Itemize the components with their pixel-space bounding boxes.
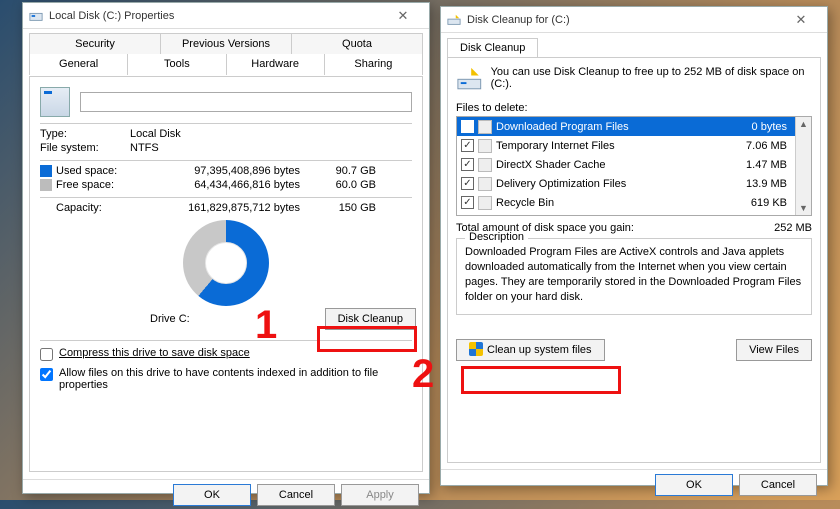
used-swatch [40, 165, 52, 177]
intro-text: You can use Disk Cleanup to free up to 2… [491, 66, 812, 94]
tab-tools[interactable]: Tools [127, 54, 225, 75]
folder-icon [478, 120, 492, 134]
ok-button[interactable]: OK [173, 484, 251, 506]
index-label: Allow files on this drive to have conten… [59, 367, 412, 391]
file-list[interactable]: Downloaded Program Files0 bytes ✓ Temporar… [456, 116, 812, 216]
drive-label: Drive C: [150, 313, 190, 325]
drive-icon [29, 9, 43, 23]
file-icon [478, 177, 492, 191]
checkbox[interactable]: ✓ [461, 139, 474, 152]
tab-previous-versions[interactable]: Previous Versions [160, 33, 291, 54]
file-name: Temporary Internet Files [496, 140, 731, 152]
titlebar[interactable]: Disk Cleanup for (C:) ✕ [441, 7, 827, 33]
file-row-4[interactable]: ✓ Recycle Bin619 KB [457, 193, 795, 212]
fs-value: NTFS [130, 142, 159, 154]
file-icon [478, 158, 492, 172]
capacity-label: Capacity: [56, 202, 146, 214]
tab-row-bottom: General Tools Hardware Sharing [29, 54, 423, 76]
fs-label: File system: [40, 142, 130, 154]
free-swatch [40, 179, 52, 191]
file-name: Recycle Bin [496, 197, 731, 209]
general-pane: Type:Local Disk File system:NTFS Used sp… [29, 76, 423, 472]
capacity-gb: 150 GB [314, 202, 376, 214]
properties-window: Local Disk (C:) Properties ✕ Security Pr… [22, 2, 430, 494]
checkbox[interactable]: ✓ [461, 196, 474, 209]
checkbox[interactable]: ✓ [461, 158, 474, 171]
type-value: Local Disk [130, 128, 181, 140]
description-text: Downloaded Program Files are ActiveX con… [465, 245, 803, 304]
free-gb: 60.0 GB [314, 179, 376, 191]
total-value: 252 MB [774, 222, 812, 234]
tab-strip: Disk Cleanup [447, 37, 821, 57]
disk-cleanup-window: Disk Cleanup for (C:) ✕ Disk Cleanup You… [440, 6, 828, 486]
close-button[interactable]: ✕ [383, 3, 423, 28]
window-title: Local Disk (C:) Properties [49, 10, 383, 22]
description-label: Description [465, 231, 528, 243]
dialog-buttons: OK Cancel [441, 469, 827, 499]
file-name: DirectX Shader Cache [496, 159, 731, 171]
files-to-delete-label: Files to delete: [456, 102, 812, 114]
highlight-cleanup-system-files [461, 366, 621, 394]
tab-sharing[interactable]: Sharing [324, 54, 423, 75]
free-bytes: 64,434,466,816 bytes [146, 179, 314, 191]
titlebar[interactable]: Local Disk (C:) Properties ✕ [23, 3, 429, 29]
capacity-bytes: 161,829,875,712 bytes [146, 202, 314, 214]
checkbox[interactable]: ✓ [461, 177, 474, 190]
tab-general[interactable]: General [29, 54, 127, 75]
file-size: 1.47 MB [731, 159, 791, 171]
tab-disk-cleanup[interactable]: Disk Cleanup [447, 38, 538, 58]
ok-button[interactable]: OK [655, 474, 733, 496]
shield-icon [469, 342, 483, 356]
bin-icon [478, 196, 492, 210]
file-size: 7.06 MB [731, 140, 791, 152]
file-size: 13.9 MB [731, 178, 791, 190]
view-files-button[interactable]: View Files [736, 339, 812, 361]
description-group: Description Downloaded Program Files are… [456, 238, 812, 315]
used-label: Used space: [56, 165, 146, 177]
apply-button[interactable]: Apply [341, 484, 419, 506]
volume-label-input[interactable] [80, 92, 412, 112]
checkbox[interactable] [461, 120, 474, 133]
index-checkbox[interactable]: Allow files on this drive to have conten… [40, 367, 412, 391]
free-label: Free space: [56, 179, 146, 191]
annotation-2: 2 [412, 352, 434, 397]
window-title: Disk Cleanup for (C:) [467, 14, 781, 26]
disk-cleanup-large-icon [456, 66, 483, 94]
disk-cleanup-icon [447, 13, 461, 27]
dialog-buttons: OK Cancel Apply [23, 479, 429, 509]
file-row-2[interactable]: ✓ DirectX Shader Cache1.47 MB [457, 155, 795, 174]
cancel-button[interactable]: Cancel [739, 474, 817, 496]
cleanup-system-files-label: Clean up system files [487, 344, 592, 356]
used-gb: 90.7 GB [314, 165, 376, 177]
compress-label: Compress this drive to save disk space [59, 347, 250, 359]
file-name: Downloaded Program Files [496, 121, 731, 133]
tab-security[interactable]: Security [29, 33, 160, 54]
drive-large-icon [40, 87, 70, 117]
cleanup-system-files-button[interactable]: Clean up system files [456, 339, 605, 361]
lock-icon [478, 139, 492, 153]
annotation-1: 1 [255, 303, 277, 348]
close-button[interactable]: ✕ [781, 7, 821, 32]
file-row-1[interactable]: ✓ Temporary Internet Files7.06 MB [457, 136, 795, 155]
tab-hardware[interactable]: Hardware [226, 54, 324, 75]
file-size: 0 bytes [731, 121, 791, 133]
file-size: 619 KB [731, 197, 791, 209]
type-label: Type: [40, 128, 130, 140]
tab-quota[interactable]: Quota [291, 33, 423, 54]
file-row-3[interactable]: ✓ Delivery Optimization Files13.9 MB [457, 174, 795, 193]
cancel-button[interactable]: Cancel [257, 484, 335, 506]
file-row-0[interactable]: Downloaded Program Files0 bytes [457, 117, 795, 136]
tab-row-top: Security Previous Versions Quota [29, 33, 423, 55]
scrollbar[interactable] [795, 117, 811, 215]
file-name: Delivery Optimization Files [496, 178, 731, 190]
usage-pie [183, 220, 269, 306]
used-bytes: 97,395,408,896 bytes [146, 165, 314, 177]
cleanup-pane: You can use Disk Cleanup to free up to 2… [447, 57, 821, 463]
highlight-disk-cleanup [317, 326, 417, 352]
